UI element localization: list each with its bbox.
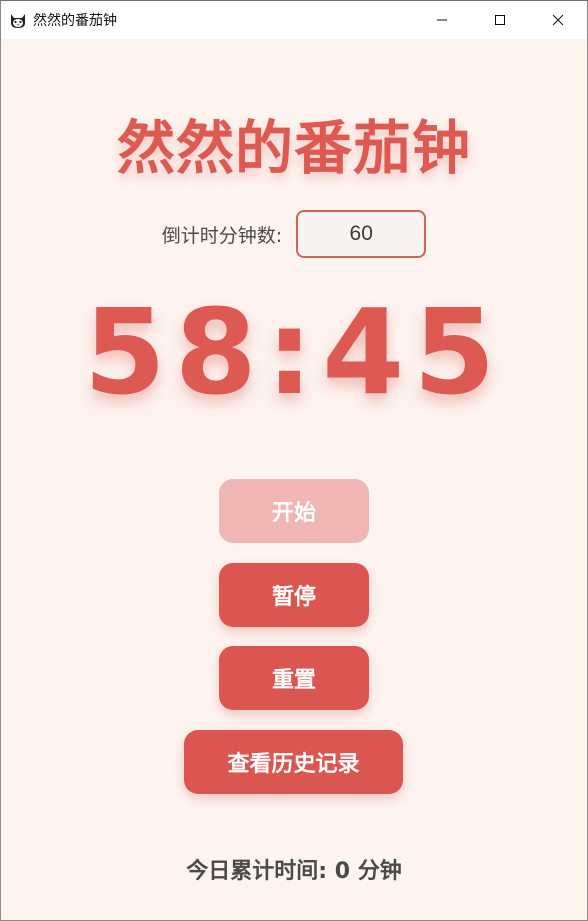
minutes-input[interactable] (296, 210, 427, 258)
page-title: 然然的番茄钟 (116, 114, 471, 182)
close-button[interactable] (529, 1, 587, 39)
minutes-label: 倒计时分钟数: (161, 224, 283, 247)
cat-face-icon (9, 11, 27, 29)
start-button[interactable]: 开始 (219, 479, 369, 543)
timer-display: 58:45 (83, 283, 505, 421)
title-bar[interactable]: 然然的番茄钟 (1, 1, 587, 39)
minutes-row: 倒计时分钟数: (1, 208, 587, 260)
window-controls (413, 1, 587, 39)
minimize-button[interactable] (413, 1, 471, 39)
app-window: 然然的番茄钟 然然的番茄钟 倒计时分钟数: 60 58:45 开始 暂停 重置 … (0, 0, 588, 921)
main-content: 然然的番茄钟 倒计时分钟数: 58:45 开始 暂停 重置 查看历史记录 今日累… (1, 39, 587, 921)
minimize-icon (437, 19, 447, 21)
history-button[interactable]: 查看历史记录 (184, 730, 403, 794)
daily-total: 今日累计时间: 0 分钟 (186, 859, 402, 884)
reset-button[interactable]: 重置 (219, 646, 369, 710)
pause-button[interactable]: 暂停 (219, 563, 369, 627)
maximize-icon (495, 15, 505, 25)
window-title: 然然的番茄钟 (33, 13, 117, 29)
maximize-button[interactable] (471, 1, 529, 39)
close-icon (552, 14, 564, 26)
